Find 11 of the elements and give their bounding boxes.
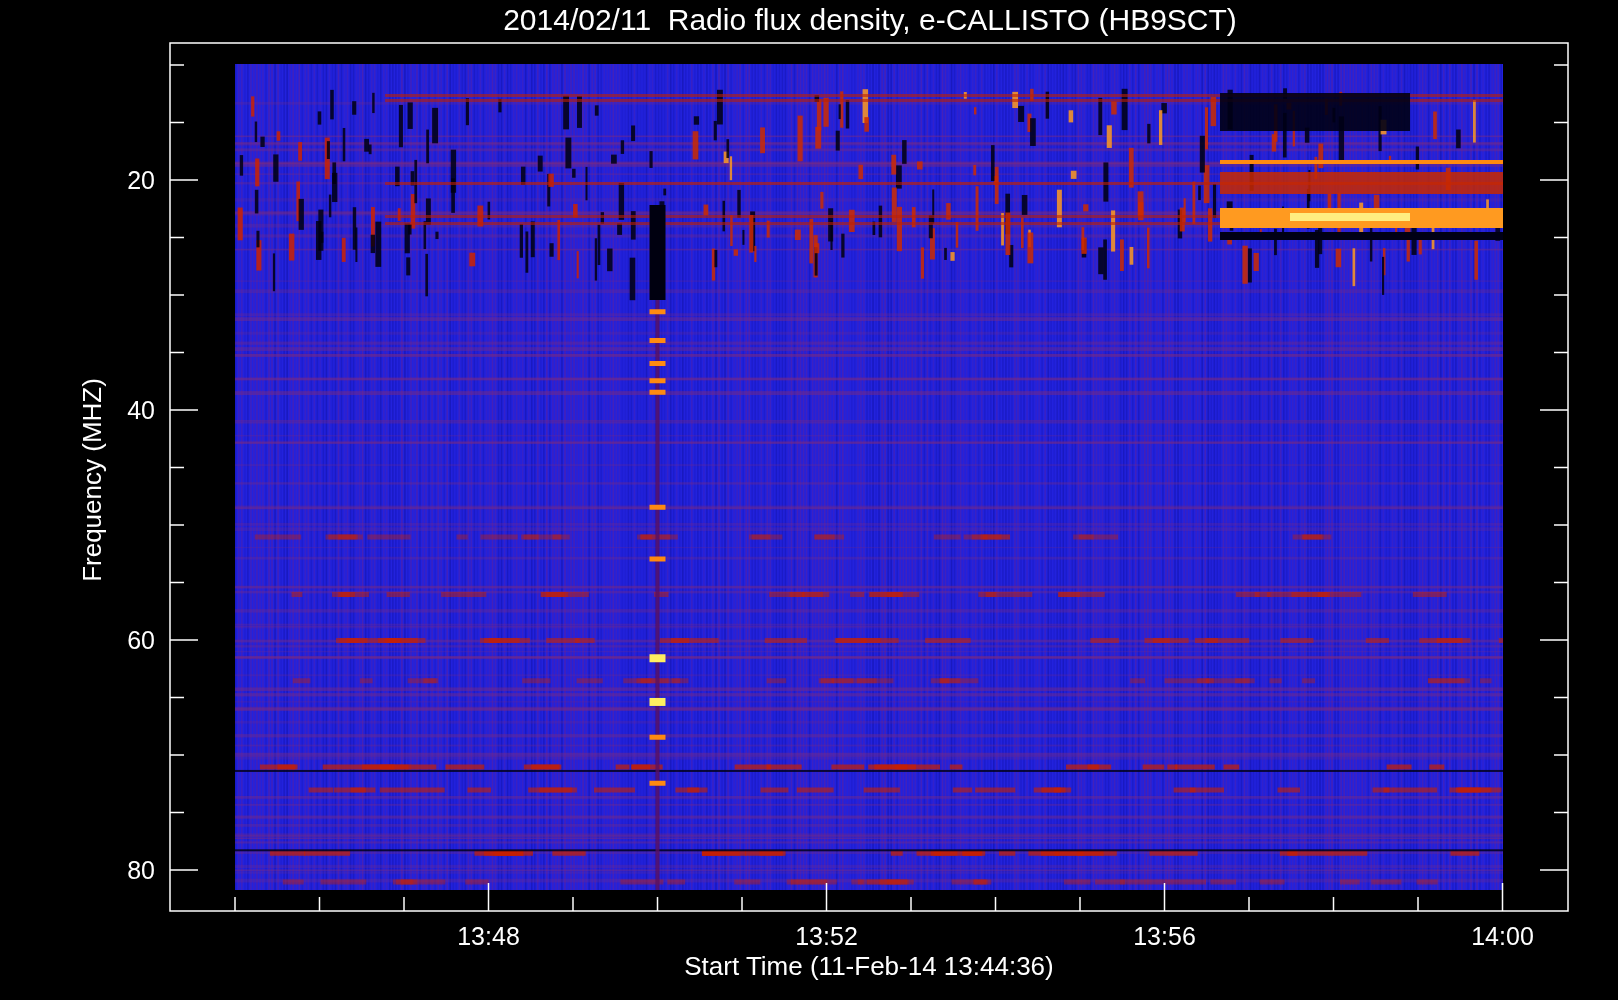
x-tick-label: 13:52 <box>795 922 858 950</box>
y-tick-label: 40 <box>127 396 155 424</box>
y-tick-label: 60 <box>127 626 155 654</box>
y-axis-label: Frequency (MHZ) <box>77 378 107 582</box>
x-axis-label: Start Time (11-Feb-14 13:44:36) <box>684 951 1054 981</box>
x-tick-label: 13:48 <box>457 922 520 950</box>
y-tick-label: 80 <box>127 856 155 884</box>
chart-title: 2014/02/11 Radio flux density, e-CALLISTO (HB9SCT) <box>503 3 1237 36</box>
x-tick-label: 13:56 <box>1133 922 1196 950</box>
x-tick-label: 14:00 <box>1471 922 1534 950</box>
y-tick-label: 20 <box>127 166 155 194</box>
